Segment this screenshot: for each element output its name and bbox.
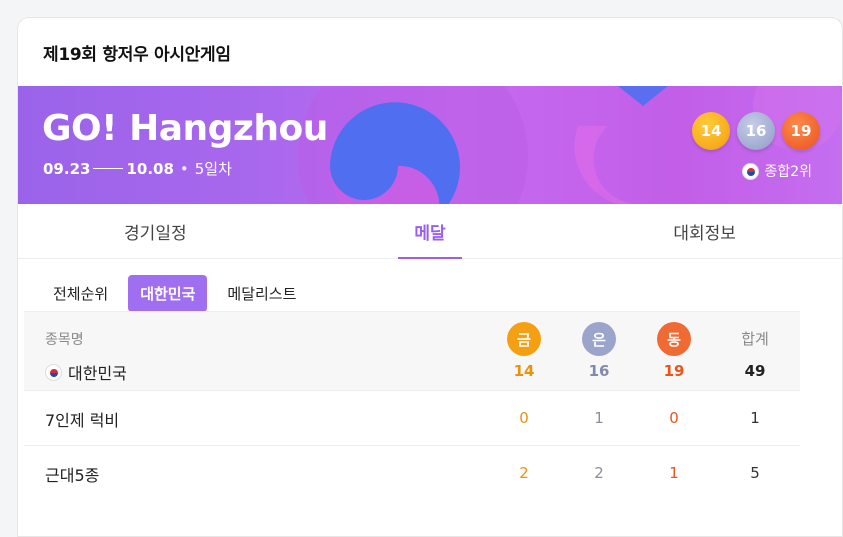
games-dates: 09.23 10.08 • 5일차 — [43, 158, 232, 179]
separator-dot: • — [179, 159, 189, 178]
bronze-count: 0 — [669, 409, 679, 427]
card-title: 제19회 항저우 아시안게임 — [43, 44, 231, 65]
event-column-header: 종목명 — [45, 332, 84, 348]
subtab-medalists[interactable]: 메달리스트 — [215, 275, 308, 312]
tab-info[interactable]: 대회정보 — [567, 204, 842, 258]
korea-flag-icon — [742, 162, 760, 180]
bronze-medal-count: 19 — [782, 112, 820, 150]
tab-schedule[interactable]: 경기일정 — [18, 204, 293, 258]
date-start: 09.23 — [43, 159, 91, 178]
go-hangzhou-logo: GO! Hangzhou — [42, 108, 328, 149]
bronze-medal-icon: 동 — [657, 322, 691, 356]
total-label: 합계 — [741, 330, 769, 348]
korea-flag-icon — [45, 363, 62, 381]
date-dash — [93, 168, 124, 169]
gold-medal-count: 14 — [692, 112, 730, 150]
subtab-korea[interactable]: 대한민국 — [128, 275, 208, 312]
rank-label: 종합2위 — [764, 164, 812, 180]
total-all: 49 — [744, 362, 766, 380]
event-name: 7인제 럭비 — [45, 411, 120, 430]
event-name: 근대5종 — [45, 466, 100, 485]
subtab-overall-ranking[interactable]: 전체순위 — [41, 275, 120, 312]
silver-count: 2 — [594, 464, 604, 482]
bronze-count: 1 — [669, 464, 679, 482]
gold-medal-icon: 금 — [507, 322, 541, 356]
silver-medal-count: 16 — [737, 112, 775, 150]
tab-medals[interactable]: 메달 — [293, 204, 568, 258]
country-row-label: 대한민국 — [45, 360, 127, 384]
table-row[interactable]: 7인제 럭비 0 1 0 1 — [24, 390, 800, 445]
hangzhou-banner[interactable]: GO! Hangzhou 09.23 10.08 • 5일차 14 16 19 … — [18, 86, 842, 204]
korea-medal-summary: 14 16 19 — [692, 112, 820, 150]
total-column-header: 합계 — [730, 312, 780, 349]
silver-column-header: 은 — [574, 312, 624, 356]
main-tabs: 경기일정 메달 대회정보 — [18, 204, 842, 259]
medal-subtabs: 전체순위 대한민국 메달리스트 — [18, 259, 842, 312]
date-end: 10.08 — [126, 159, 174, 178]
overall-rank: 종합2위 — [742, 161, 812, 181]
silver-count: 1 — [594, 409, 604, 427]
total-count: 1 — [750, 409, 760, 427]
gold-count: 2 — [519, 464, 529, 482]
country-name: 대한민국 — [68, 364, 127, 383]
gold-column-header: 금 — [499, 312, 549, 356]
total-silver: 16 — [588, 362, 610, 380]
medal-table: 종목명 대한민국 금 은 동 합계 14 16 19 49 7인제 럭비 0 1… — [24, 311, 800, 500]
day-label: 5일차 — [194, 160, 232, 178]
total-gold: 14 — [513, 362, 535, 380]
table-header: 종목명 대한민국 금 은 동 합계 14 16 19 49 — [24, 311, 800, 390]
total-count: 5 — [750, 464, 760, 482]
gold-count: 0 — [519, 409, 529, 427]
bronze-column-header: 동 — [649, 312, 699, 356]
total-bronze: 19 — [663, 362, 685, 380]
silver-medal-icon: 은 — [582, 322, 616, 356]
table-row[interactable]: 근대5종 2 2 1 5 — [24, 445, 800, 500]
